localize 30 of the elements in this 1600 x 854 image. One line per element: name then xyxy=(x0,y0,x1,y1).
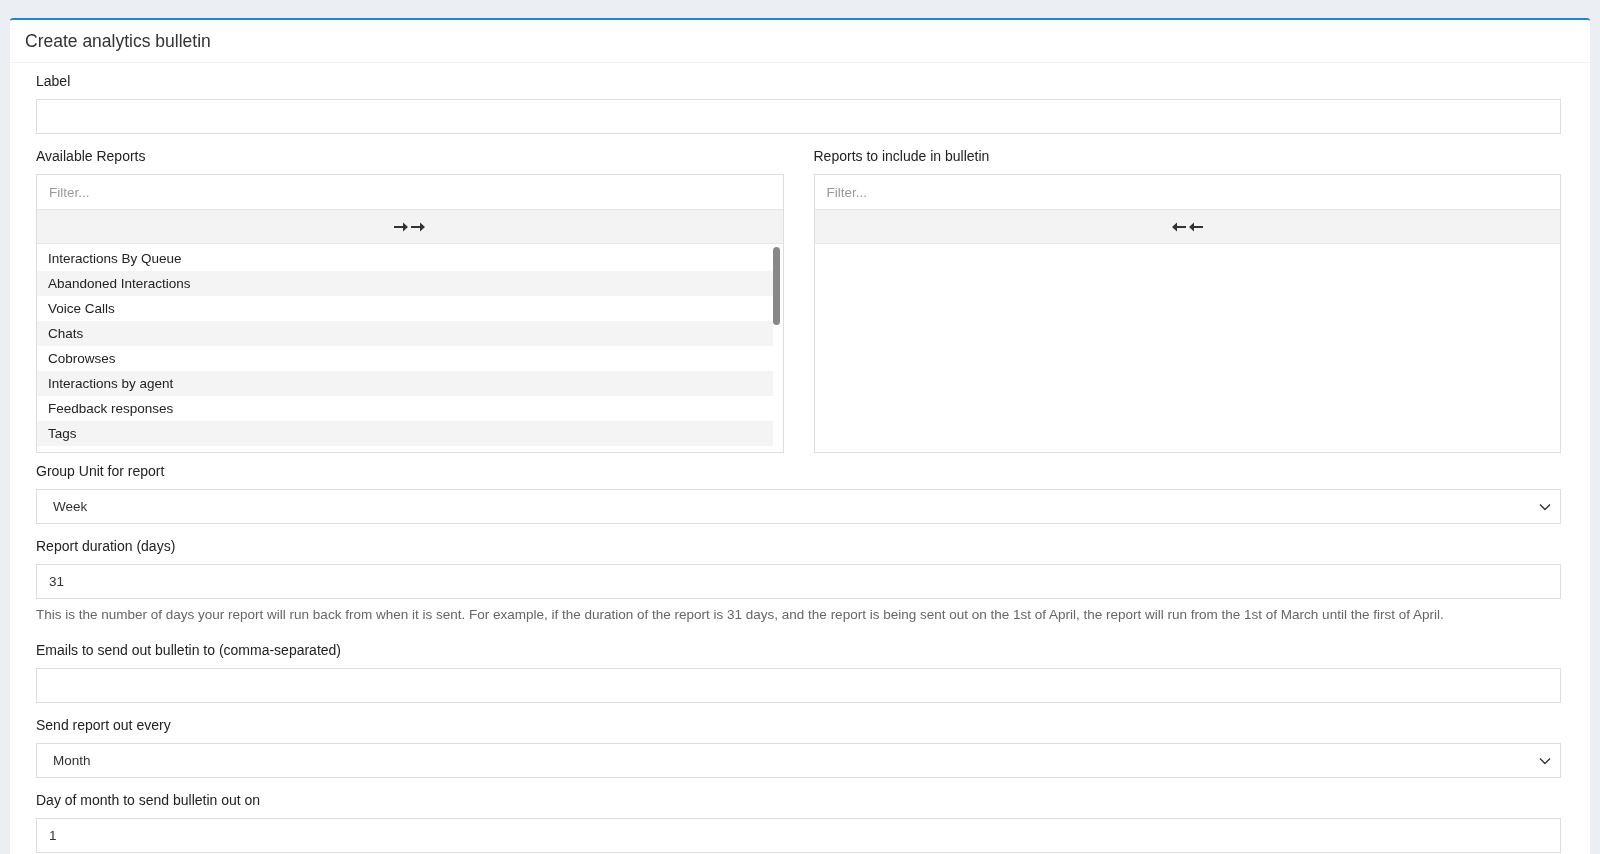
report-list-item[interactable]: Cobrowses xyxy=(37,346,773,371)
report-list-item[interactable]: Interactions By Queue xyxy=(37,246,773,271)
field-label: Report duration (days) xyxy=(36,538,177,554)
report-list-item[interactable]: Abandoned Interactions xyxy=(37,271,773,296)
move-all-left-button[interactable] xyxy=(814,210,1560,244)
input-field[interactable] xyxy=(36,99,1561,134)
scrollbar-thumb[interactable] xyxy=(772,247,780,325)
double-arrow-left-icon xyxy=(1170,220,1205,233)
input-field[interactable]: 31 xyxy=(36,564,1561,599)
field-label: Available Reports xyxy=(36,148,147,164)
field-label: Group Unit for report xyxy=(36,463,166,479)
double-arrow-right-icon xyxy=(392,220,427,233)
field-label: Label xyxy=(36,73,72,89)
report-list-item[interactable]: Tags xyxy=(37,421,773,446)
help-text: This is the number of days your report will run back from when it is sent. For example, if the duration of the report is 31 days, and the report is being sent out on the 1st of April, the report will run from the 1st of March until the first of April. xyxy=(36,607,1445,622)
report-list-item[interactable]: Chats xyxy=(37,321,773,346)
report-list-item[interactable]: Voice Calls xyxy=(37,296,773,321)
chevron-down-icon xyxy=(1539,502,1551,511)
chevron-down-icon xyxy=(1539,756,1551,765)
field-label: Emails to send out bulletin to (comma-separated) xyxy=(36,642,343,658)
select-dropdown[interactable]: Week xyxy=(36,489,1561,524)
input-field[interactable]: 1 xyxy=(36,818,1561,853)
field-label: Day of month to send bulletin out on xyxy=(36,792,262,808)
select-dropdown[interactable]: Month xyxy=(36,743,1561,778)
input-field[interactable] xyxy=(36,668,1561,703)
report-list-item[interactable]: Feedback responses xyxy=(37,396,773,421)
field-label: Reports to include in bulletin xyxy=(813,148,991,164)
report-list-item[interactable]: Interactions by agent xyxy=(37,371,773,396)
field-label: Send report out every xyxy=(36,717,172,733)
panel-title: Create analytics bulletin xyxy=(25,30,211,52)
